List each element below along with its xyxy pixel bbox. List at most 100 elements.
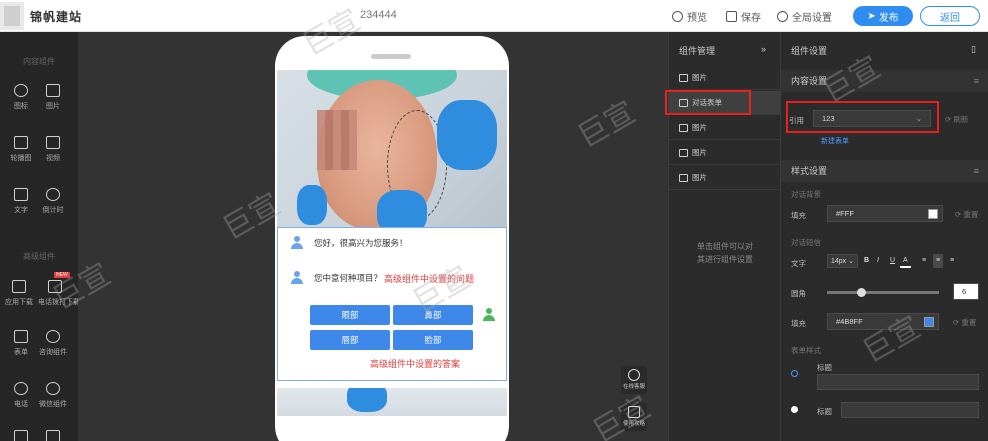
second-image[interactable] — [277, 388, 507, 416]
image-icon — [679, 173, 688, 182]
italic-button[interactable]: I — [874, 254, 882, 268]
title-label-2: 标题 — [817, 407, 832, 416]
download-icon — [12, 280, 26, 293]
phone-screen[interactable]: 您好，很高兴为您服务！ 您中意何种项目？ 高级组件中设置的问题 眼部 鼻部 唇部… — [277, 70, 507, 416]
publish-button[interactable]: ➤ 发布 — [853, 6, 913, 26]
phone-frame: 您好，很高兴为您服务！ 您中意何种项目？ 高级组件中设置的问题 眼部 鼻部 唇部… — [275, 36, 509, 441]
radius-slider-handle[interactable] — [857, 288, 866, 297]
book-icon[interactable]: ▯ — [971, 44, 976, 55]
tool-phone[interactable]: 电话 — [4, 382, 38, 409]
tool-phone-download[interactable]: NEW 电话拨打下载 — [38, 272, 80, 307]
highlight-layer-item — [665, 90, 751, 115]
refresh-button[interactable]: ⟳ 刷新 — [945, 114, 968, 125]
color-swatch[interactable] — [924, 317, 934, 327]
tool-form[interactable]: 表单 — [4, 330, 38, 357]
option-button[interactable]: 唇部 — [310, 330, 390, 350]
option-button[interactable]: 脸部 — [393, 330, 473, 350]
align-left-icon[interactable]: ≡ — [919, 254, 929, 268]
color-swatch[interactable] — [928, 209, 938, 219]
back-button[interactable]: 返回 — [920, 6, 980, 26]
align-right-icon[interactable]: ≡ — [947, 254, 957, 268]
section-basic-title: 内容组件 — [23, 57, 55, 66]
layer-item[interactable]: 图片 — [669, 66, 780, 90]
video-icon — [46, 136, 60, 149]
reset-button[interactable]: ⟳ 重置 — [955, 209, 978, 220]
section-advanced-title: 高级组件 — [23, 252, 55, 261]
phone-earpiece — [371, 54, 411, 59]
manager-hint: 单击组件可以对 其进行组件设置 — [697, 242, 753, 264]
title-input-2[interactable] — [841, 402, 979, 418]
chevron-down-icon: ⌄ — [848, 258, 855, 265]
dialog-bg-label: 对话背景 — [791, 190, 821, 199]
hero-image[interactable] — [277, 70, 507, 227]
tool-wechat[interactable]: 微信组件 — [36, 382, 70, 409]
tool-app-download[interactable]: 应用下载 — [2, 280, 36, 307]
reset-icon: ⟳ — [955, 210, 962, 219]
dialog-form[interactable]: 您好，很高兴为您服务！ 您中意何种项目？ 高级组件中设置的问题 眼部 鼻部 唇部… — [277, 227, 507, 381]
carousel-icon — [14, 136, 28, 149]
chat-bubble-icon — [46, 382, 60, 395]
online-service-button[interactable]: 在线客服 — [621, 366, 647, 394]
radius-input[interactable]: 6 — [953, 283, 979, 300]
tool-carousel[interactable]: 轮播图 — [4, 136, 38, 163]
tool-icon[interactable]: 图标 — [4, 84, 38, 111]
guide-button[interactable]: 使用攻略 — [621, 403, 647, 431]
new-form-link[interactable]: 新建表单 — [821, 136, 849, 146]
book-icon — [628, 406, 640, 418]
title-label-1: 标题 — [817, 363, 832, 372]
layer-item[interactable]: 图片 — [669, 166, 780, 190]
option-button[interactable]: 眼部 — [310, 305, 390, 325]
tool-countdown[interactable]: 倒计时 — [36, 188, 70, 215]
collapse-icon[interactable]: » — [761, 44, 766, 54]
radio-title-2[interactable] — [791, 406, 798, 413]
underline-button[interactable]: U — [887, 254, 898, 268]
page-id[interactable]: 234444 — [360, 9, 397, 21]
radio-title-1[interactable] — [791, 370, 798, 377]
expand-icon — [46, 430, 60, 441]
component-manager-title: 组件管理 — [679, 46, 716, 56]
save-button[interactable]: 保存 — [726, 9, 761, 24]
title-input-1[interactable] — [817, 374, 979, 390]
menu-icon: ≡ — [973, 166, 979, 176]
option-button[interactable]: 鼻部 — [393, 305, 473, 325]
style-settings-header[interactable]: 样式设置 ≡ — [781, 160, 988, 182]
tool-image[interactable]: 图片 — [36, 84, 70, 111]
answer-annotation: 高级组件中设置的答案 — [370, 359, 461, 369]
dialog-text-label: 对话短信 — [791, 238, 821, 247]
font-size-select[interactable]: 14px ⌄ — [827, 254, 859, 268]
bold-button[interactable]: B — [861, 254, 872, 268]
eye-icon — [672, 11, 683, 22]
layer-item[interactable]: 图片 — [669, 141, 780, 165]
send-icon: ➤ — [867, 10, 876, 22]
align-center-icon[interactable]: ≡ — [933, 254, 944, 268]
new-badge: NEW — [54, 272, 70, 278]
glove-chin — [377, 190, 427, 227]
fill2-color-input[interactable]: #4B8FF — [827, 313, 939, 330]
global-settings-button[interactable]: 全局设置 — [777, 9, 832, 24]
refresh-icon: ⟳ — [945, 115, 952, 124]
content-settings-header[interactable]: 内容设置 ≡ — [781, 70, 988, 92]
bell-icon — [14, 84, 28, 97]
preview-button[interactable]: 预览 — [672, 9, 707, 24]
reset-icon: ⟳ — [953, 318, 960, 327]
tool-consult[interactable]: 咨询组件 — [36, 330, 70, 357]
image-icon — [679, 148, 688, 157]
component-settings-title: 组件设置 — [791, 46, 828, 56]
tool-video[interactable]: 视频 — [36, 136, 70, 163]
image-icon — [46, 84, 60, 97]
fill2-label: 填充 — [791, 319, 806, 328]
tool-text[interactable]: 文字 — [4, 188, 38, 215]
text-color-button[interactable]: A — [900, 254, 911, 268]
tool-more-1[interactable] — [4, 430, 38, 441]
reset2-button[interactable]: ⟳ 重置 — [953, 317, 976, 328]
glove-detail — [347, 388, 387, 412]
tool-more-2[interactable] — [36, 430, 70, 441]
fill-color-input[interactable]: #FFF — [827, 205, 943, 222]
radius-slider[interactable] — [827, 291, 939, 294]
glove-left — [297, 185, 327, 225]
highlight-reference-select — [786, 101, 939, 133]
phone-download-icon — [48, 280, 62, 293]
editor-canvas[interactable]: 您好，很高兴为您服务！ 您中意何种项目？ 高级组件中设置的问题 眼部 鼻部 唇部… — [78, 32, 668, 441]
layer-item[interactable]: 图片 — [669, 116, 780, 140]
agent-avatar-icon — [290, 236, 304, 250]
